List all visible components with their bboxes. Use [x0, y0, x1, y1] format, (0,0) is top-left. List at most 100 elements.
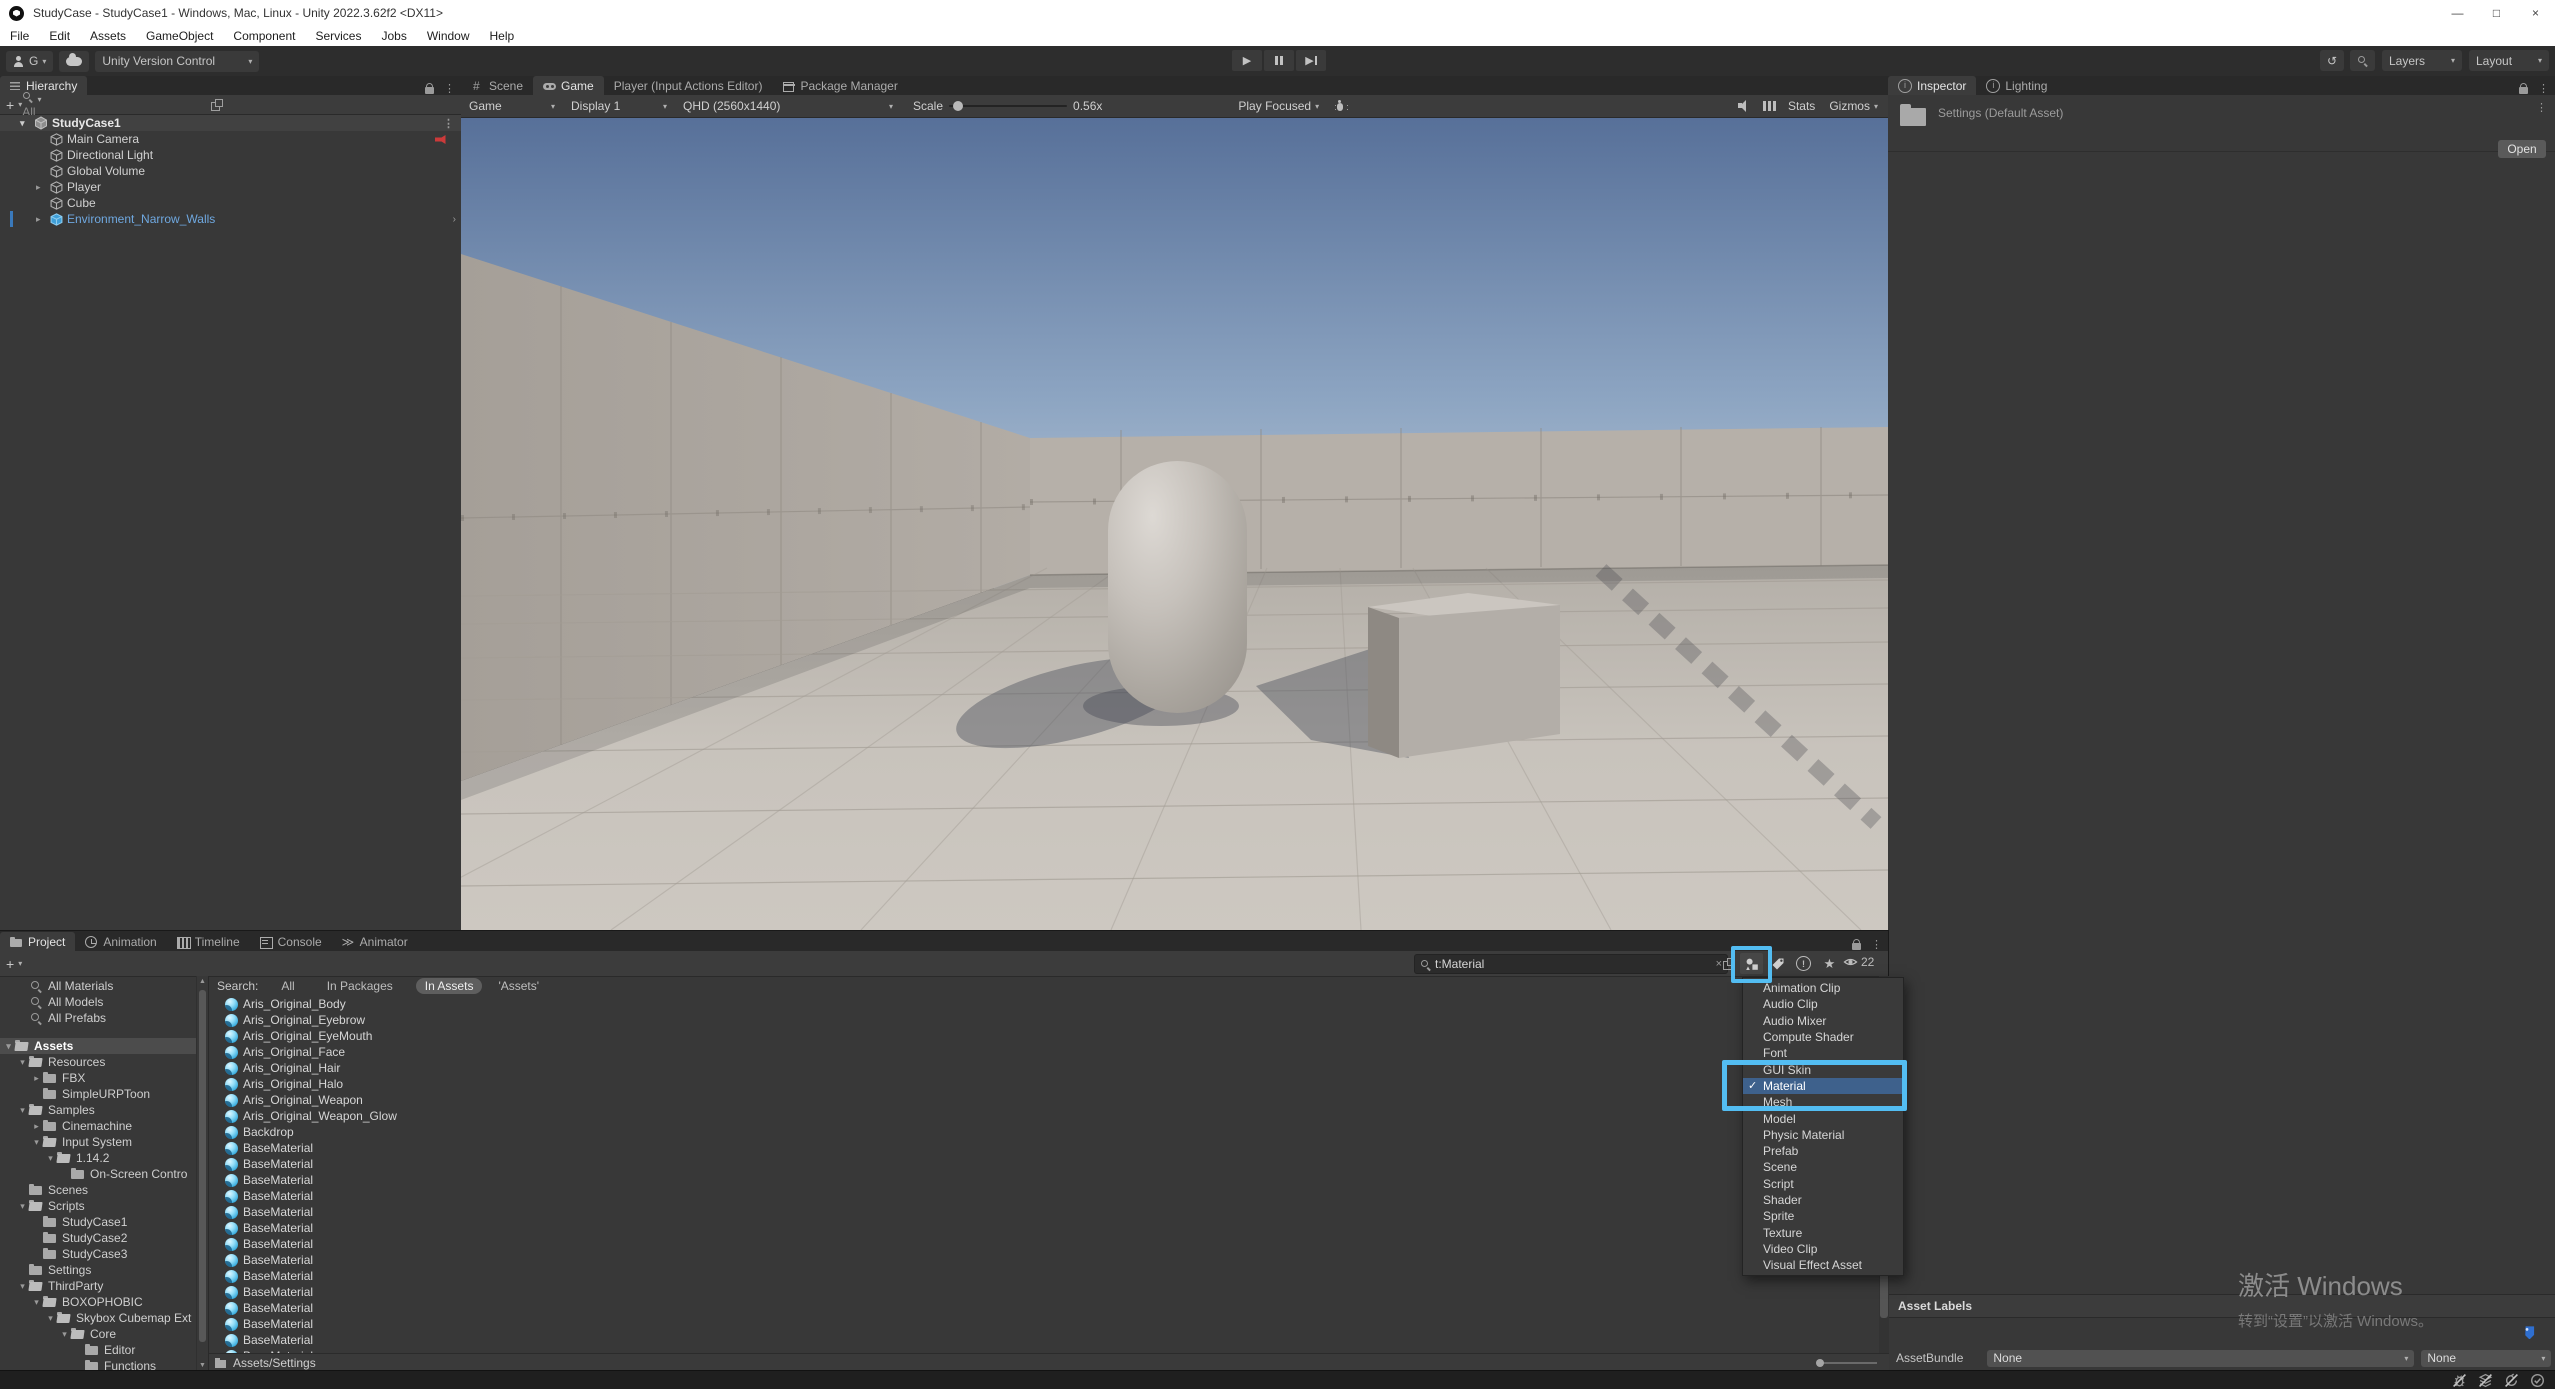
project-search-field[interactable]: × [1414, 954, 1728, 974]
expand-arrow-icon[interactable] [30, 1137, 43, 1148]
asset-row[interactable]: BaseMaterial [209, 1204, 1889, 1220]
asset-row[interactable]: Aris_Original_EyeMouth [209, 1028, 1889, 1044]
asset-labels-section[interactable]: Asset Labels [1888, 1294, 2555, 1318]
menu-item[interactable]: Jobs [371, 26, 416, 46]
tree-item[interactable]: All Models [0, 994, 196, 1010]
search-importance-button[interactable]: ! [1792, 953, 1815, 974]
menu-option[interactable]: ✓ Sprite [1743, 1208, 1903, 1224]
tree-item[interactable]: FBX [0, 1070, 196, 1086]
refresh-disabled-icon[interactable] [2504, 1373, 2519, 1388]
asset-row[interactable]: Aris_Original_Weapon_Glow [209, 1108, 1889, 1124]
game-viewport[interactable] [461, 118, 1888, 930]
version-control-dropdown[interactable]: Unity Version Control ▾ [95, 51, 259, 72]
stats-button[interactable]: Stats [1788, 99, 1815, 113]
expand-arrow-icon[interactable] [16, 1281, 29, 1292]
tree-item[interactable]: Samples [0, 1102, 196, 1118]
tree-item[interactable]: ThirdParty [0, 1278, 196, 1294]
play-focused-dropdown[interactable]: Play Focused▾ [1230, 95, 1327, 117]
menu-item[interactable]: Assets [80, 26, 136, 46]
tree-item[interactable]: All Prefabs [0, 1010, 196, 1026]
undo-history-button[interactable]: ↺ [2320, 50, 2344, 71]
search-scope-option[interactable]: In Packages [318, 978, 402, 994]
inspector-tab[interactable]: i Lighting [1976, 76, 2057, 95]
expand-arrow-icon[interactable] [16, 1201, 29, 1212]
tree-item[interactable]: Assets [0, 1038, 196, 1054]
lock-icon[interactable] [2519, 87, 2528, 94]
step-button[interactable]: ▶ [1296, 50, 1326, 71]
menu-item[interactable]: Help [480, 26, 525, 46]
close-button[interactable]: × [2516, 0, 2555, 26]
hierarchy-item[interactable]: Directional Light › [0, 147, 461, 163]
menu-option[interactable]: ✓ Shader [1743, 1192, 1903, 1208]
maximize-button[interactable]: □ [2477, 0, 2516, 26]
tree-item[interactable]: Settings [0, 1262, 196, 1278]
layers-dropdown[interactable]: Layers ▾ [2382, 50, 2462, 71]
tree-item[interactable]: Editor [0, 1342, 196, 1358]
asset-row[interactable]: Aris_Original_Halo [209, 1076, 1889, 1092]
hierarchy-item[interactable]: Environment_Narrow_Walls › [0, 211, 461, 227]
debugger-disabled-icon[interactable] [2452, 1373, 2467, 1388]
tree-scrollbar[interactable]: ▲ ▼ [196, 976, 208, 1371]
display-dropdown[interactable]: Display 1▾ [563, 95, 675, 117]
chevron-expanded-icon[interactable]: ▾ [20, 118, 34, 129]
menu-option[interactable]: ✓ Compute Shader [1743, 1029, 1903, 1045]
tree-item[interactable]: All Materials [0, 978, 196, 994]
bottom-tab[interactable]: Project [0, 932, 75, 951]
expand-arrow-icon[interactable] [30, 1121, 43, 1132]
view-mode-dropdown[interactable]: Game▾ [461, 95, 563, 117]
asset-row[interactable]: Aris_Original_Hair [209, 1060, 1889, 1076]
minimize-button[interactable]: — [2438, 0, 2477, 26]
menu-item[interactable]: File [0, 26, 39, 46]
menu-option[interactable]: ✓ Model [1743, 1110, 1903, 1126]
tree-item[interactable]: Input System [0, 1134, 196, 1150]
kebab-menu-icon[interactable]: ⋮ [443, 117, 454, 130]
menu-item[interactable]: Edit [39, 26, 80, 46]
breadcrumb[interactable]: Assets/Settings [233, 1356, 316, 1370]
bottom-tab[interactable]: Animator [332, 932, 418, 951]
search-button[interactable] [2350, 50, 2375, 71]
asset-row[interactable]: BaseMaterial [209, 1172, 1889, 1188]
cache-disabled-icon[interactable] [2478, 1373, 2493, 1388]
asset-row[interactable]: BaseMaterial [209, 1284, 1889, 1300]
view-tab[interactable]: Game [533, 76, 604, 95]
expand-arrow-icon[interactable] [44, 1313, 57, 1324]
expand-arrow-icon[interactable] [36, 182, 50, 193]
thumbnail-size-slider[interactable] [1819, 1362, 1877, 1364]
tree-item[interactable]: Scripts [0, 1198, 196, 1214]
status-ok-icon[interactable] [2530, 1373, 2545, 1388]
account-button[interactable]: G ▾ [6, 51, 53, 72]
tree-item[interactable]: SimpleURPToon [0, 1086, 196, 1102]
expand-arrow-icon[interactable] [30, 1297, 43, 1308]
tree-item[interactable]: StudyCase1 [0, 1214, 196, 1230]
asset-row[interactable]: BaseMaterial [209, 1300, 1889, 1316]
hierarchy-item[interactable]: Cube › [0, 195, 461, 211]
gizmos-dropdown[interactable]: Gizmos▾ [1821, 95, 1888, 117]
expand-arrow-icon[interactable] [30, 1073, 43, 1084]
tree-item[interactable]: Skybox Cubemap Ext [0, 1310, 196, 1326]
expand-arrow-icon[interactable] [44, 1153, 57, 1164]
bottom-tab[interactable]: Animation [75, 932, 166, 951]
asset-row[interactable]: Aris_Original_Weapon [209, 1092, 1889, 1108]
open-button[interactable]: Open [2498, 140, 2546, 158]
hierarchy-item[interactable]: Global Volume › [0, 163, 461, 179]
resolution-dropdown[interactable]: QHD (2560x1440)▾ [675, 95, 901, 117]
asset-row[interactable]: BaseMaterial [209, 1188, 1889, 1204]
search-scope-option[interactable]: All [272, 978, 303, 994]
menu-option[interactable]: ✓ Audio Mixer [1743, 1013, 1903, 1029]
tree-item[interactable]: 1.14.2 [0, 1150, 196, 1166]
tree-item[interactable]: StudyCase3 [0, 1246, 196, 1262]
menu-item[interactable]: Services [305, 26, 371, 46]
view-tab[interactable]: Package Manager [772, 76, 907, 95]
inspector-tab[interactable]: i Inspector [1888, 76, 1976, 95]
asset-row[interactable]: BaseMaterial [209, 1220, 1889, 1236]
project-search-input[interactable] [1435, 957, 1716, 971]
menu-item[interactable]: Window [417, 26, 480, 46]
menu-item[interactable]: GameObject [136, 26, 223, 46]
expand-arrow-icon[interactable] [58, 1329, 71, 1340]
bottom-tab[interactable]: Timeline [167, 932, 250, 951]
cloud-button[interactable] [59, 51, 89, 72]
scene-header-row[interactable]: ▾ StudyCase1 ⋮ [0, 115, 461, 131]
tree-item[interactable]: Cinemachine [0, 1118, 196, 1134]
kebab-menu-icon[interactable]: ⋮ [2536, 101, 2547, 114]
add-object-button[interactable]: + [6, 97, 14, 113]
